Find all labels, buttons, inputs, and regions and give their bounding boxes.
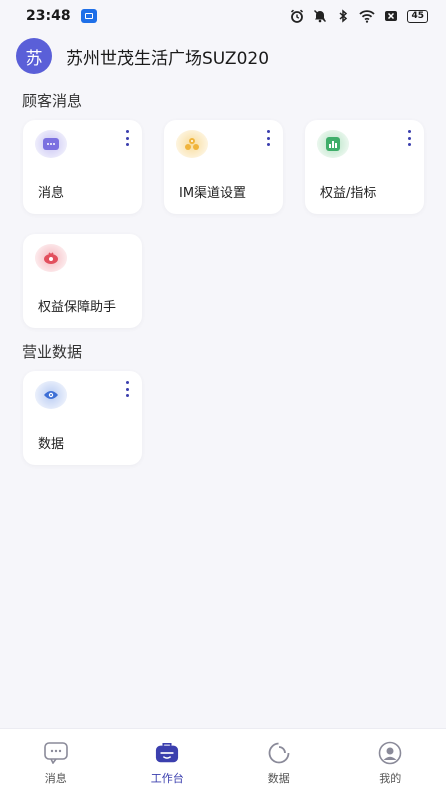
tab-label: 工作台	[150, 772, 184, 785]
mute-icon	[314, 9, 327, 23]
card-rights-metrics[interactable]: 权益/指标	[305, 120, 424, 214]
tab-label: 我的	[379, 772, 402, 785]
section-title-business-data: 营业数据	[22, 343, 83, 361]
card-more-icon[interactable]	[265, 130, 271, 146]
shield-icon	[35, 244, 67, 272]
section-title-customer-messages: 顾客消息	[22, 92, 83, 110]
card-label: 权益保障助手	[38, 300, 117, 315]
card-more-icon[interactable]	[124, 381, 130, 397]
card-label: IM渠道设置	[179, 186, 247, 201]
card-more-icon[interactable]	[124, 130, 130, 146]
card-messages[interactable]: 消息	[23, 120, 142, 214]
status-bar: 23:48 45	[0, 0, 446, 32]
tab-profile[interactable]: 我的	[335, 729, 446, 793]
app-notification-icon	[80, 9, 97, 23]
tab-label: 数据	[267, 772, 290, 785]
no-sim-icon	[385, 11, 398, 21]
data-icon	[267, 741, 291, 765]
card-rights-protection-assistant[interactable]: 权益保障助手	[23, 234, 142, 328]
chat-icon	[35, 130, 67, 158]
status-time: 23:48	[26, 8, 71, 24]
workbench-icon	[155, 741, 179, 765]
store-header[interactable]: 苏 苏州世茂生活广场SUZ020	[16, 38, 269, 74]
tab-data[interactable]: 数据	[223, 729, 335, 793]
bluetooth-icon	[339, 9, 348, 23]
card-more-icon[interactable]	[406, 130, 412, 146]
alarm-icon	[291, 9, 304, 23]
message-icon	[43, 741, 68, 765]
tab-workbench[interactable]: 工作台	[112, 729, 224, 793]
card-im-channel-settings[interactable]: IM渠道设置	[164, 120, 283, 214]
profile-icon	[378, 741, 402, 765]
store-name: 苏州世茂生活广场SUZ020	[66, 48, 270, 69]
chart-icon	[317, 130, 349, 158]
tab-label: 消息	[44, 772, 67, 785]
card-label: 数据	[38, 437, 65, 452]
store-avatar[interactable]: 苏	[16, 38, 52, 74]
card-label: 权益/指标	[320, 186, 377, 201]
card-data[interactable]: 数据	[23, 371, 142, 465]
wifi-icon	[359, 10, 376, 23]
bottom-tab-bar: 消息 工作台 数据 我的	[0, 728, 446, 793]
channel-icon	[176, 130, 208, 158]
status-icons: 45	[290, 9, 428, 23]
eye-icon	[35, 381, 67, 409]
tab-messages[interactable]: 消息	[0, 729, 112, 793]
battery-indicator: 45	[407, 9, 428, 23]
card-label: 消息	[38, 186, 65, 201]
